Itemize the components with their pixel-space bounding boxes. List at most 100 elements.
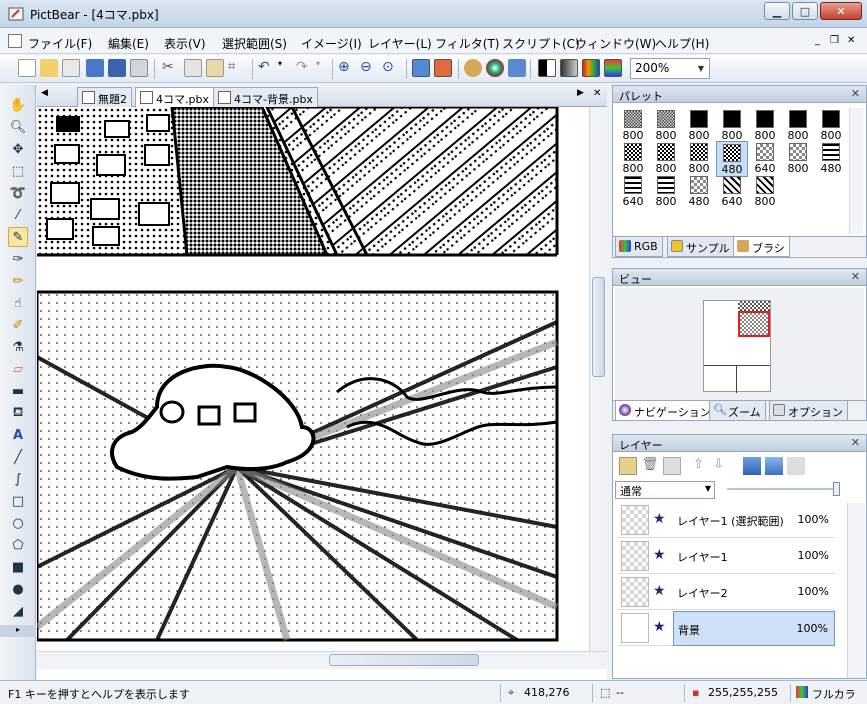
brush-preset[interactable]: 640 bbox=[617, 174, 649, 210]
menu-select[interactable]: 選択範囲(S) bbox=[222, 35, 287, 52]
mdi-close-icon[interactable]: ✕ bbox=[847, 35, 855, 46]
eraser-icon[interactable]: ▱ bbox=[8, 359, 28, 379]
lasso-icon[interactable]: ➰ bbox=[8, 183, 28, 203]
minimize-button[interactable]: ▁ bbox=[764, 2, 790, 20]
brush-icon[interactable]: ✎ bbox=[8, 227, 28, 247]
visibility-star-icon[interactable]: ★ bbox=[653, 511, 666, 527]
panel-close-icon[interactable]: ✕ bbox=[851, 87, 860, 100]
line-icon[interactable]: ╱ bbox=[8, 447, 28, 467]
brush-preset[interactable]: 800 bbox=[683, 108, 715, 144]
save-icon[interactable] bbox=[86, 59, 104, 77]
menu-window[interactable]: ウィンドウ(W) bbox=[575, 35, 656, 52]
menu-edit[interactable]: 編集(E) bbox=[108, 35, 149, 52]
brush-preset[interactable]: 640 bbox=[716, 174, 748, 210]
move-down-icon[interactable]: ⇩ bbox=[713, 457, 729, 475]
menu-file[interactable]: ファイル(F) bbox=[28, 35, 92, 52]
palette-scrollbar[interactable] bbox=[849, 108, 863, 234]
layer-scrollbar[interactable] bbox=[847, 503, 865, 678]
text-icon[interactable]: A bbox=[8, 425, 28, 445]
document-icon[interactable] bbox=[8, 34, 22, 48]
brush-preset[interactable]: 800 bbox=[617, 141, 649, 177]
panel-close-icon[interactable]: ✕ bbox=[851, 270, 860, 283]
filled-ellipse-icon[interactable]: ● bbox=[8, 579, 28, 599]
tab-navigation[interactable]: ナビゲーション bbox=[615, 401, 716, 421]
redo-icon[interactable]: ↷ bbox=[296, 59, 314, 77]
mdi-minimize-icon[interactable]: _ bbox=[815, 35, 820, 46]
menu-filter[interactable]: フィルタ(T) bbox=[435, 35, 499, 52]
new-icon[interactable] bbox=[18, 59, 36, 77]
tab-scroll-left-icon[interactable]: ◀ bbox=[41, 88, 48, 98]
blend-mode-select[interactable]: 通常 ▼ bbox=[615, 481, 715, 499]
horizontal-scroll-thumb[interactable] bbox=[329, 654, 479, 666]
paste-icon[interactable] bbox=[206, 59, 224, 77]
curve-icon[interactable]: ∫ bbox=[8, 469, 28, 489]
close-button[interactable]: ✕ bbox=[820, 2, 862, 20]
menu-help[interactable]: ヘルプ(H) bbox=[655, 35, 709, 52]
menu-image[interactable]: イメージ(I) bbox=[301, 35, 362, 52]
filled-polygon-icon[interactable]: ◢ bbox=[8, 601, 28, 621]
tab-4koma-background[interactable]: 4コマ-背景.pbx bbox=[213, 87, 318, 107]
image-alt-icon[interactable] bbox=[434, 59, 452, 77]
save-all-icon[interactable] bbox=[108, 59, 126, 77]
move-up-icon[interactable]: ⇧ bbox=[693, 457, 709, 475]
undo-icon[interactable]: ↶ bbox=[258, 59, 276, 77]
color-wheel-icon[interactable] bbox=[486, 59, 504, 77]
zoom-fit-icon[interactable]: ⊙ bbox=[382, 59, 400, 77]
eyedropper-icon[interactable]: ⚗ bbox=[8, 337, 28, 357]
navigator-viewport[interactable] bbox=[738, 311, 770, 337]
airbrush-icon[interactable]: ✑ bbox=[8, 249, 28, 269]
brush-preset[interactable]: 480 bbox=[683, 174, 715, 210]
print-icon[interactable] bbox=[130, 59, 148, 77]
polygon-icon[interactable]: ⬠ bbox=[8, 535, 28, 555]
tab-rgb[interactable]: RGB bbox=[615, 237, 663, 257]
hand-icon[interactable]: ✋ bbox=[8, 95, 28, 115]
merge-visible-icon[interactable] bbox=[765, 457, 783, 475]
panel-close-icon[interactable]: ✕ bbox=[851, 436, 860, 449]
crop-icon[interactable]: ⌗ bbox=[228, 59, 246, 77]
smudge-icon[interactable]: ☝ bbox=[8, 293, 28, 313]
zoom-out-icon[interactable]: ⊖ bbox=[360, 59, 378, 77]
pencil-icon[interactable]: ✏︎ bbox=[8, 271, 28, 291]
image-canvas[interactable] bbox=[37, 107, 589, 659]
vertical-scrollbar[interactable] bbox=[589, 107, 607, 662]
magic-wand-icon[interactable]: ⁄ bbox=[8, 205, 28, 225]
brush-preset[interactable]: 800 bbox=[782, 141, 814, 177]
brush-preset[interactable]: 800 bbox=[815, 108, 847, 144]
visibility-star-icon[interactable]: ★ bbox=[653, 583, 666, 599]
brush-preset[interactable]: 800 bbox=[683, 141, 715, 177]
image-icon[interactable] bbox=[412, 59, 430, 77]
opacity-slider-thumb[interactable] bbox=[833, 482, 840, 496]
visibility-star-icon[interactable]: ★ bbox=[653, 619, 666, 635]
layer-row-selected[interactable]: ★ 背景 100% bbox=[617, 611, 835, 646]
brush-preset[interactable]: 800 bbox=[650, 108, 682, 144]
grayscale-icon[interactable] bbox=[560, 59, 578, 77]
rect-select-icon[interactable]: ⬚ bbox=[8, 161, 28, 181]
layers-icon[interactable] bbox=[508, 59, 526, 77]
zoom-select[interactable]: 200% ▼ bbox=[630, 58, 710, 79]
filled-rect-icon[interactable]: ■ bbox=[8, 557, 28, 577]
move-icon[interactable]: ✥ bbox=[8, 139, 28, 159]
opacity-slider[interactable] bbox=[727, 482, 840, 496]
menu-layer[interactable]: レイヤー(L) bbox=[368, 35, 432, 52]
brush-preset[interactable]: 800 bbox=[617, 108, 649, 144]
menu-script[interactable]: スクリプト(C) bbox=[502, 35, 580, 52]
bucket-icon[interactable]: ⛾ bbox=[8, 403, 28, 423]
layer-row[interactable]: ★ レイヤー1 100% bbox=[617, 539, 835, 574]
brush-preset[interactable]: 640 bbox=[749, 141, 781, 177]
layer-row[interactable]: ★ レイヤー2 100% bbox=[617, 575, 835, 610]
tab-zoom[interactable]: 🔍︎ ズーム bbox=[709, 401, 766, 421]
palette-icon[interactable] bbox=[464, 59, 482, 77]
indexed-color-icon[interactable] bbox=[582, 59, 600, 77]
open-icon[interactable] bbox=[40, 59, 58, 77]
tab-scroll-right-icon[interactable]: ▶ bbox=[577, 88, 584, 98]
tab-untitled2[interactable]: 無題2 bbox=[77, 87, 132, 107]
tab-options[interactable]: オプション bbox=[769, 401, 848, 421]
copy-icon[interactable] bbox=[184, 59, 202, 77]
brush-preset[interactable]: 800 bbox=[749, 174, 781, 210]
tab-sample[interactable]: サンプル bbox=[667, 237, 735, 257]
copy-file-icon[interactable] bbox=[62, 59, 80, 77]
horizontal-scrollbar[interactable] bbox=[37, 651, 607, 669]
maximize-button[interactable]: □ bbox=[792, 2, 818, 20]
full-color-icon[interactable] bbox=[604, 59, 622, 77]
crayon-icon[interactable]: ✐ bbox=[8, 315, 28, 335]
